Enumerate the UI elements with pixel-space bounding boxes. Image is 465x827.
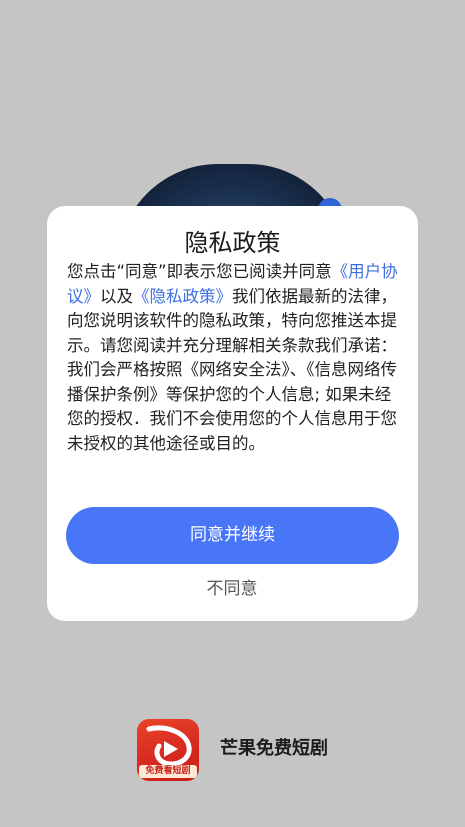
privacy-dialog: 隐私政策 您点击“同意”即表示您已阅读并同意《用户协议》以及《隐私政策》我们依据…	[47, 206, 418, 621]
dialog-body-text: 您点击“同意”即表示您已阅读并同意《用户协议》以及《隐私政策》我们依据最新的法律…	[67, 260, 399, 456]
app-name: 芒果免费短剧	[220, 738, 328, 759]
agree-continue-button[interactable]: 同意并继续	[66, 507, 399, 564]
commitment-text: 我们会严格按照《网络安全法》、《信息网络传播保护条例》等保护您的个人信息; 如果…	[67, 360, 397, 453]
disagree-button[interactable]: 不同意	[157, 576, 307, 602]
privacy-policy-link[interactable]: 《隐私政策》	[133, 287, 232, 306]
conjunction-text: 以及	[100, 286, 133, 306]
dialog-title: 隐私政策	[184, 229, 281, 257]
app-logo: 免费看短剧	[137, 719, 199, 781]
logo-caption: 免费看短剧	[139, 765, 197, 778]
intro-text: 您点击“同意”即表示您已阅读并同意	[67, 262, 332, 281]
